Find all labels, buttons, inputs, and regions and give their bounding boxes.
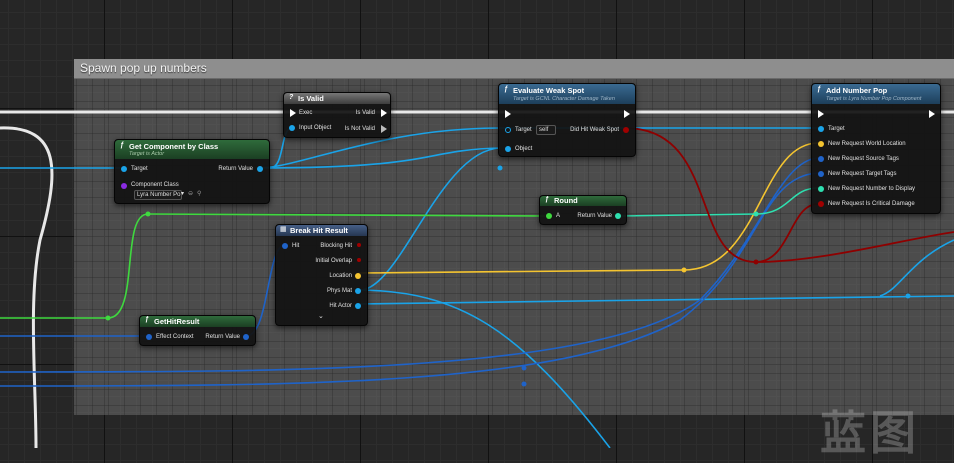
comment-title: Spawn pop up numbers xyxy=(80,61,207,75)
return-value-pin[interactable] xyxy=(243,334,249,340)
initial-overlap-pin[interactable] xyxy=(357,258,361,262)
evaluate-weak-spot-node[interactable]: ƒ Evaluate Weak Spot Target is GCNL Char… xyxy=(498,83,636,157)
pin-label: Effect Context xyxy=(156,334,194,340)
node-title: GetHitResult xyxy=(154,317,200,326)
search-icon[interactable]: ⚲ xyxy=(197,190,201,198)
node-subtitle: Target is Lyra Number Pop Component xyxy=(826,96,922,102)
node-title: Round xyxy=(554,196,578,205)
a-pin[interactable] xyxy=(546,213,552,219)
input-object-pin[interactable] xyxy=(289,125,295,131)
blocking-hit-pin[interactable] xyxy=(357,243,361,247)
pin-label: New Request Target Tags xyxy=(828,171,897,177)
target-tags-pin[interactable] xyxy=(818,171,824,177)
pin-label: New Request Is Critical Damage xyxy=(828,201,915,207)
function-icon: ƒ xyxy=(120,142,124,149)
phys-mat-pin[interactable] xyxy=(355,288,361,294)
get-hit-result-node[interactable]: ƒ GetHitResult Effect Context Return Val… xyxy=(139,315,256,346)
source-tags-pin[interactable] xyxy=(818,156,824,162)
watermark: 蓝图 xyxy=(820,406,920,460)
exec-out-pin[interactable] xyxy=(929,110,935,118)
effect-context-pin[interactable] xyxy=(146,334,152,340)
world-location-pin[interactable] xyxy=(818,141,824,147)
function-icon: ƒ xyxy=(504,86,508,93)
pin-label: Return Value xyxy=(577,213,612,219)
return-value-pin[interactable] xyxy=(257,166,263,172)
target-pin[interactable] xyxy=(121,166,127,172)
function-icon: ƒ xyxy=(817,86,821,93)
pin-label: Did Hit Weak Spot xyxy=(570,127,619,133)
get-component-by-class-node[interactable]: ƒ Get Component by Class Target is Actor… xyxy=(114,139,270,204)
pin-label: Target xyxy=(131,166,148,172)
node-title: Evaluate Weak Spot xyxy=(513,86,585,95)
component-class-pin[interactable] xyxy=(121,183,127,189)
pin-label: Hit xyxy=(292,243,300,249)
function-icon: ƒ xyxy=(545,196,549,203)
function-icon: ƒ xyxy=(145,316,149,323)
pin-label: Target xyxy=(828,126,845,132)
did-hit-weak-spot-pin[interactable] xyxy=(623,127,629,133)
critical-pin[interactable] xyxy=(818,201,824,207)
target-pin[interactable] xyxy=(818,126,824,132)
round-node[interactable]: ƒ Round A Return Value xyxy=(539,195,627,225)
pin-label: Is Not Valid xyxy=(344,126,375,132)
pin-label: Location xyxy=(329,273,352,279)
hit-pin[interactable] xyxy=(282,243,288,249)
exec-out-pin[interactable] xyxy=(381,125,387,133)
component-class-dropdown[interactable]: Lyra Number Po xyxy=(134,190,182,200)
pin-label: New Request World Location xyxy=(828,141,906,147)
node-subtitle: Target is GCNL Character Damage Taken xyxy=(513,96,615,102)
is-valid-node[interactable]: ? Is Valid Exec Input Object Is Valid Is… xyxy=(283,92,391,138)
number-pin[interactable] xyxy=(818,186,824,192)
break-hit-result-node[interactable]: ▦ Break Hit Result Hit Blocking Hit Init… xyxy=(275,224,368,326)
pin-label: Exec xyxy=(299,110,313,116)
exec-out-pin[interactable] xyxy=(624,110,630,118)
browse-icon[interactable]: ⊖ xyxy=(188,190,193,198)
pin-label: New Request Number to Display xyxy=(828,186,916,192)
object-pin[interactable] xyxy=(505,146,511,152)
pin-label: Is Valid xyxy=(355,110,375,116)
comment-header[interactable]: Spawn pop up numbers xyxy=(74,59,954,79)
pin-label: Input Object xyxy=(299,125,332,131)
add-number-pop-node[interactable]: ƒ Add Number Pop Target is Lyra Number P… xyxy=(811,83,941,214)
pin-label: A xyxy=(556,213,561,219)
node-title: Get Component by Class xyxy=(129,142,219,151)
pin-label: Object xyxy=(515,146,533,152)
pin-label: Return Value xyxy=(205,334,240,340)
expand-chevron-icon[interactable]: ⌄ xyxy=(318,313,324,321)
return-value-pin[interactable] xyxy=(615,213,621,219)
exec-wire-loop xyxy=(0,126,54,448)
exec-out-pin[interactable] xyxy=(381,109,387,117)
chevron-down-icon[interactable]: ▾ xyxy=(181,190,184,198)
target-self-field[interactable]: self xyxy=(536,125,556,135)
pin-label: Blocking Hit xyxy=(320,243,352,249)
exec-in-pin[interactable] xyxy=(290,109,296,117)
exec-in-pin[interactable] xyxy=(505,110,511,118)
pin-label: Phys Mat xyxy=(326,288,352,294)
struct-icon: ▦ xyxy=(280,226,287,233)
node-subtitle: Target is Actor xyxy=(129,151,165,157)
target-pin[interactable] xyxy=(505,127,511,133)
node-title: Add Number Pop xyxy=(826,86,888,95)
node-title: Break Hit Result xyxy=(290,226,348,235)
exec-in-pin[interactable] xyxy=(818,110,824,118)
pin-label: Hit Actor xyxy=(329,303,352,309)
pin-label: Initial Overlap xyxy=(315,258,352,264)
question-icon: ? xyxy=(289,94,294,101)
node-title: Is Valid xyxy=(298,94,324,103)
pin-label: Target xyxy=(515,127,532,133)
pin-label: New Request Source Tags xyxy=(828,156,899,162)
location-pin[interactable] xyxy=(355,273,361,279)
pin-label: Return Value xyxy=(218,166,253,172)
hit-actor-pin[interactable] xyxy=(355,303,361,309)
pin-label: Component Class xyxy=(131,182,179,188)
